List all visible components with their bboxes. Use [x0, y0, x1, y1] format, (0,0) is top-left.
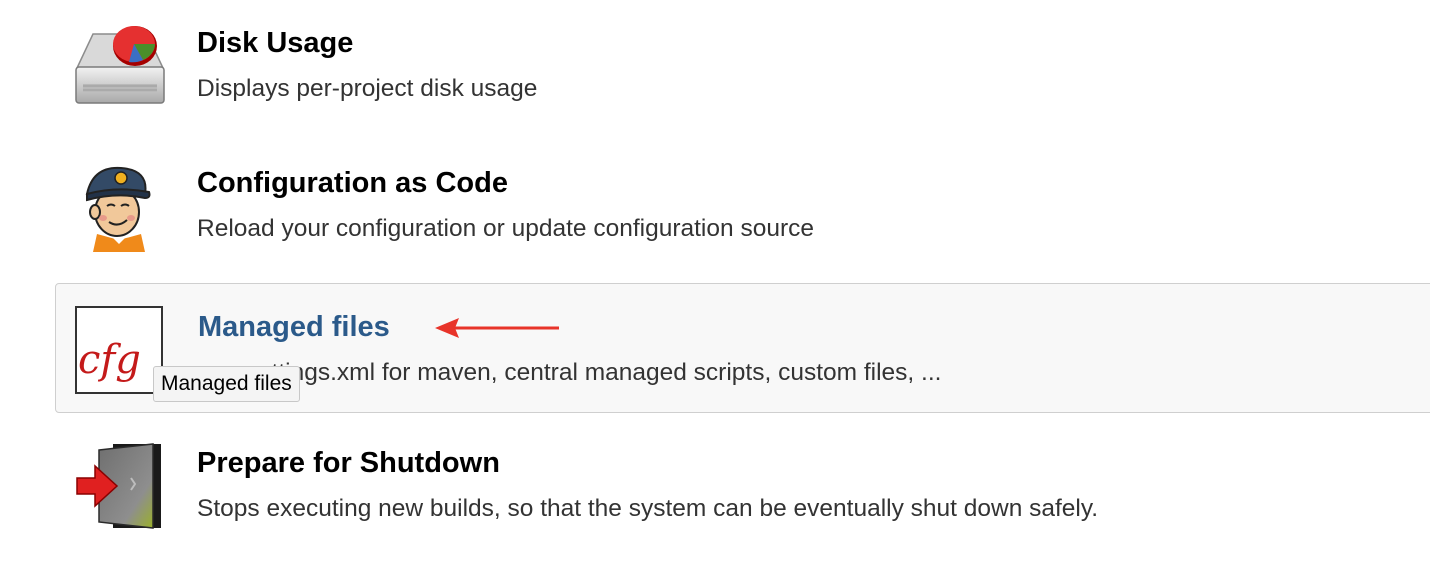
annotation-arrow — [435, 318, 559, 338]
prepare-for-shutdown-item[interactable]: Prepare for Shutdown Stops executing new… — [55, 420, 1430, 548]
cfg-icon-text: cfg — [78, 337, 141, 383]
shutdown-door-icon — [73, 440, 165, 532]
item-description: e.g. settings.xml for maven, central man… — [198, 359, 942, 386]
item-description: Stops executing new builds, so that the … — [197, 495, 1099, 522]
disk-usage-item[interactable]: Disk Usage Displays per-project disk usa… — [55, 0, 1430, 128]
item-title[interactable]: Managed files — [198, 311, 390, 344]
item-title[interactable]: Disk Usage — [197, 27, 353, 60]
item-description: Displays per-project disk usage — [197, 75, 538, 102]
item-title[interactable]: Configuration as Code — [197, 167, 508, 200]
configuration-as-code-item[interactable]: Configuration as Code Reload your config… — [55, 140, 1430, 268]
item-description: Reload your configuration or update conf… — [197, 215, 814, 242]
item-title[interactable]: Prepare for Shutdown — [197, 447, 500, 480]
jenkins-butler-icon — [73, 160, 165, 252]
disk-usage-icon — [73, 20, 165, 112]
tooltip: Managed files — [153, 366, 300, 402]
manage-jenkins-list: Disk Usage Displays per-project disk usa… — [0, 0, 1430, 570]
